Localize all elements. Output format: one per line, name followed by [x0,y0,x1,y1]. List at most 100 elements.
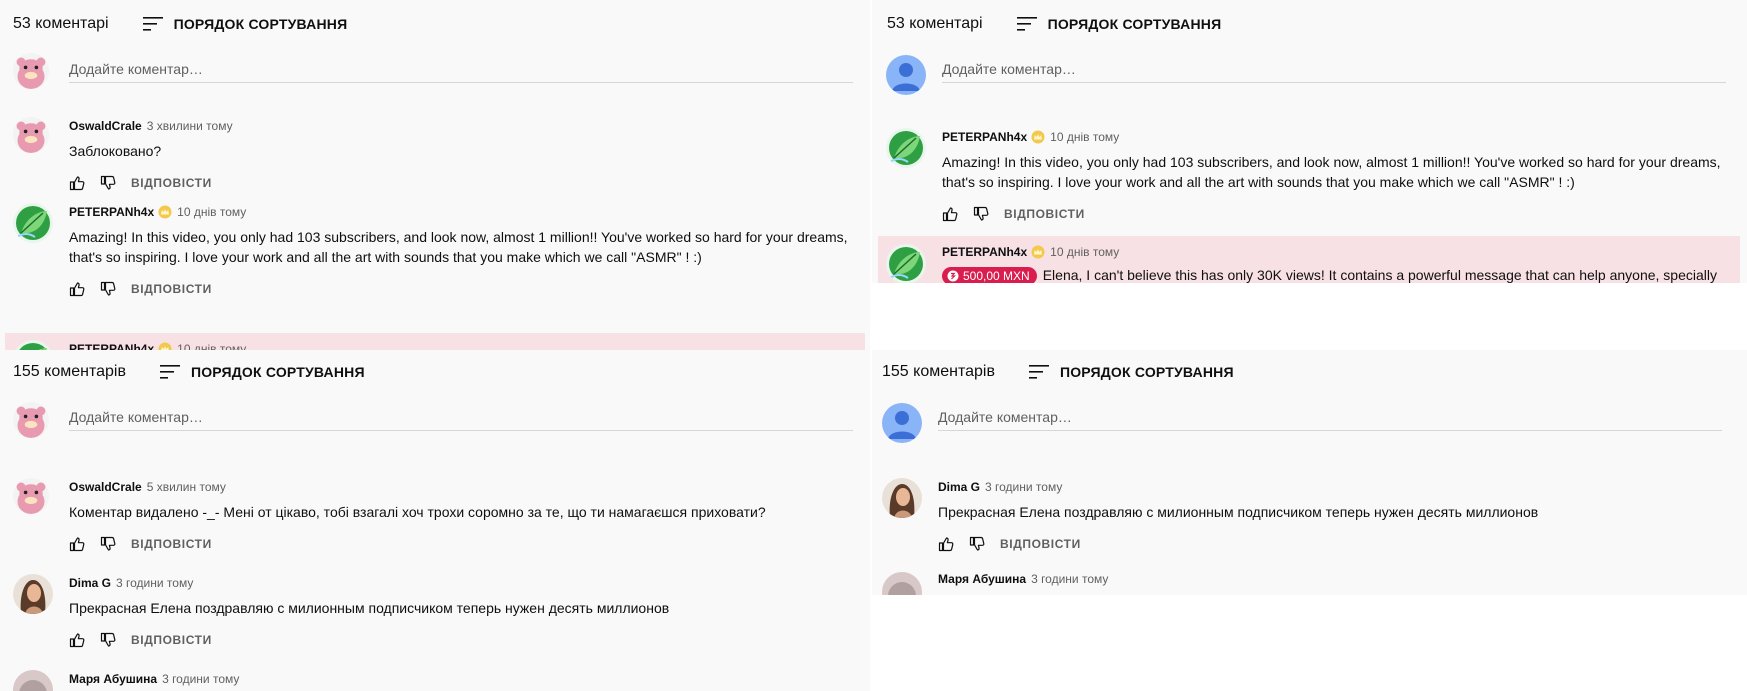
highlighted-comment: PETERPANh4x 10 днів тому [5,333,865,350]
sort-icon [1029,364,1049,380]
comment-author[interactable]: Dima G [69,576,111,590]
commenter-avatar[interactable] [886,244,926,283]
highlighted-comment: PETERPANh4x 10 днів тому 500,00 MXN Elena,… [878,236,1740,283]
comment-time[interactable]: 5 хвилин тому [147,480,226,494]
add-comment-row: Додайте коментар… [886,55,1726,101]
sort-button[interactable]: ПОРЯДОК СОРТУВАННЯ [1029,364,1234,380]
comment-author[interactable]: PETERPANh4x [69,205,154,219]
commenter-avatar[interactable] [13,574,53,614]
add-comment-input[interactable]: Додайте коментар… [69,58,853,83]
comment-time[interactable]: 3 години тому [1031,572,1108,586]
sort-button[interactable]: ПОРЯДОК СОРТУВАННЯ [143,16,348,32]
comment-time[interactable]: 3 години тому [116,576,193,590]
comment-text: Заблоковано? [69,143,162,159]
comment-author[interactable]: Dima G [938,480,980,494]
like-icon[interactable] [69,536,85,552]
like-icon[interactable] [69,175,85,191]
commenter-avatar[interactable] [13,478,49,514]
dislike-icon[interactable] [100,632,116,648]
add-comment-row: Додайте коментар… [13,55,853,101]
sort-icon [160,364,180,380]
comment-text: Коментар видалено -_- Мені от цікаво, то… [69,504,766,520]
sort-label: ПОРЯДОК СОРТУВАННЯ [1059,364,1234,380]
donation-amount: 500,00 MXN [963,269,1030,283]
commenter-avatar[interactable] [13,670,53,691]
donation-icon [947,270,959,282]
comment-text: Amazing! In this video, you only had 103… [69,229,848,265]
add-comment-input[interactable]: Додайте коментар… [942,58,1726,83]
comment-author[interactable]: OswaldCrale [69,480,142,494]
reply-button[interactable]: ВІДПОВІСТИ [1004,207,1085,221]
comment-author[interactable]: Маря Абушина [69,672,157,686]
comments-header: 155 коментарів ПОРЯДОК СОРТУВАННЯ [13,359,365,385]
crown-badge-icon [158,342,172,350]
add-comment-row: Додайте коментар… [882,403,1722,449]
user-avatar [886,55,926,95]
sort-label: ПОРЯДОК СОРТУВАННЯ [173,16,348,32]
comment-author[interactable]: OswaldCrale [69,119,142,133]
dislike-icon[interactable] [100,281,116,297]
reply-button[interactable]: ВІДПОВІСТИ [131,537,212,551]
sort-button[interactable]: ПОРЯДОК СОРТУВАННЯ [1017,16,1222,32]
comment-text: Amazing! In this video, you only had 103… [942,154,1721,190]
comments-header: 53 коментарі ПОРЯДОК СОРТУВАННЯ [887,11,1221,37]
crown-badge-icon [158,205,172,219]
comment-count: 155 коментарів [13,363,126,380]
user-avatar [13,53,49,89]
add-comment-input[interactable]: Додайте коментар… [69,406,853,431]
comments-panel-1: 53 коментарі ПОРЯДОК СОРТУВАННЯ Додайте … [0,0,870,350]
commenter-avatar[interactable] [13,340,53,350]
comment-author[interactable]: PETERPANh4x [942,245,1027,259]
dislike-icon[interactable] [973,206,989,222]
sort-label: ПОРЯДОК СОРТУВАННЯ [190,364,365,380]
comment-count: 155 коментарів [882,363,995,380]
comment-time[interactable]: 3 хвилини тому [147,119,233,133]
sort-label: ПОРЯДОК СОРТУВАННЯ [1047,16,1222,32]
like-icon[interactable] [69,632,85,648]
sort-button[interactable]: ПОРЯДОК СОРТУВАННЯ [160,364,365,380]
comment-time[interactable]: 10 днів тому [177,205,246,219]
comment-time[interactable]: 10 днів тому [177,342,246,350]
comments-header: 53 коментарі ПОРЯДОК СОРТУВАННЯ [13,11,347,37]
reply-button[interactable]: ВІДПОВІСТИ [131,176,212,190]
user-avatar [882,403,922,443]
comments-panel-4: 155 коментарів ПОРЯДОК СОРТУВАННЯ Додайт… [872,350,1747,595]
comments-panel-3: 155 коментарів ПОРЯДОК СОРТУВАННЯ Додайт… [0,350,870,691]
comment-count: 53 коментарі [13,15,109,32]
comment-time[interactable]: 3 години тому [985,480,1062,494]
add-comment-input[interactable]: Додайте коментар… [938,406,1722,431]
comment-time[interactable]: 3 години тому [162,672,239,686]
sort-icon [143,16,163,32]
dislike-icon[interactable] [100,175,116,191]
comments-header: 155 коментарів ПОРЯДОК СОРТУВАННЯ [882,359,1234,385]
commenter-avatar[interactable] [882,478,922,518]
commenter-avatar[interactable] [13,117,49,153]
comment-author[interactable]: Маря Абушина [938,572,1026,586]
comment-time[interactable]: 10 днів тому [1050,130,1119,144]
reply-button[interactable]: ВІДПОВІСТИ [1000,537,1081,551]
reply-button[interactable]: ВІДПОВІСТИ [131,282,212,296]
commenter-avatar[interactable] [882,572,922,595]
comment-text: Прекрасная Елена поздравляю с милионным … [938,504,1539,520]
comment-author[interactable]: PETERPANh4x [942,130,1027,144]
comment-text: Прекрасная Елена поздравляю с милионным … [69,600,670,616]
dislike-icon[interactable] [969,536,985,552]
donation-badge: 500,00 MXN [942,267,1037,283]
crown-badge-icon [1031,130,1045,144]
user-avatar [13,402,49,438]
like-icon[interactable] [942,206,958,222]
reply-button[interactable]: ВІДПОВІСТИ [131,633,212,647]
crown-badge-icon [1031,245,1045,259]
comment-author[interactable]: PETERPANh4x [69,342,154,350]
comment-text: Elena, I can't believe this has only 30K… [1042,267,1717,283]
commenter-avatar[interactable] [13,203,53,243]
dislike-icon[interactable] [100,536,116,552]
comments-panel-2: 53 коментарі ПОРЯДОК СОРТУВАННЯ Додайте … [872,0,1747,283]
add-comment-row: Додайте коментар… [13,403,853,449]
like-icon[interactable] [69,281,85,297]
comment-time[interactable]: 10 днів тому [1050,245,1119,259]
sort-icon [1017,16,1037,32]
commenter-avatar[interactable] [886,128,926,168]
comment-count: 53 коментарі [887,15,983,32]
like-icon[interactable] [938,536,954,552]
